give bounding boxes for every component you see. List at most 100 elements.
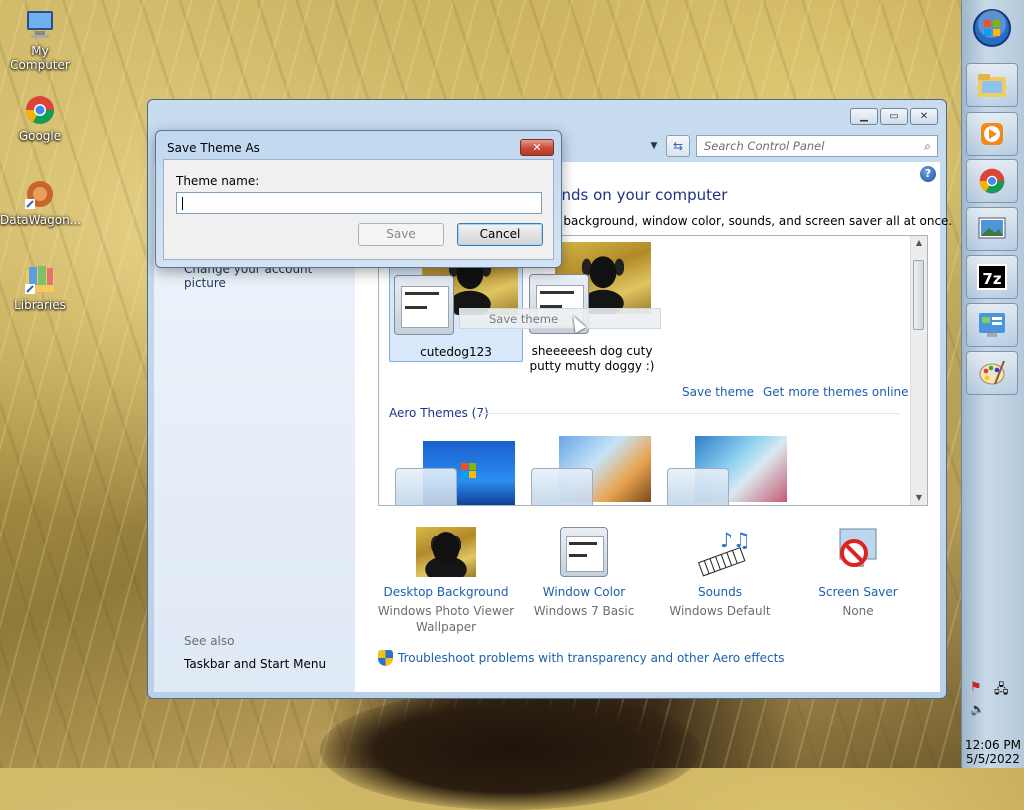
desktop-icon-label: My Computer (10, 44, 70, 72)
chevron-down-icon: ▼ (650, 141, 658, 151)
save-button[interactable]: Save (358, 223, 444, 246)
refresh-button[interactable]: ⇆ (666, 135, 690, 157)
caption-buttons: ▁ ▭ ✕ (850, 108, 938, 125)
window-color-icon (395, 468, 457, 505)
chrome-icon (979, 168, 1005, 194)
taskbar-paint-button[interactable] (966, 351, 1018, 395)
save-theme-dialog: Save Theme As ✕ Theme name: Save Cancel (155, 130, 562, 268)
computer-icon (23, 8, 57, 42)
search-input[interactable]: Search Control Panel ⌕ (696, 135, 938, 157)
window-color-icon (667, 468, 729, 505)
scroll-thumb[interactable] (913, 260, 924, 330)
theme-name-label: Theme name: (176, 174, 260, 188)
sounds-item[interactable]: ♪♫ Sounds Windows Default (645, 527, 795, 619)
shield-icon (378, 650, 393, 666)
taskbar: 7z ⚑ 🖧 🔈 12:06 PM 5/5/2022 (961, 0, 1024, 768)
search-icon[interactable]: ⌕ (924, 139, 931, 154)
taskbar-control-panel-button[interactable] (966, 303, 1018, 347)
dialog-title: Save Theme As (167, 141, 260, 155)
minimize-icon: ▁ (860, 111, 868, 122)
clock-time[interactable]: 12:06 PM (962, 738, 1024, 752)
control-panel-icon (979, 313, 1005, 337)
desktop-icon-label: Google (18, 129, 62, 143)
screen-saver-item[interactable]: Screen Saver None (783, 527, 933, 619)
action-center-flag-icon[interactable]: ⚑ (970, 680, 982, 695)
libraries-icon (23, 262, 57, 296)
window-color-link[interactable]: Window Color (509, 585, 659, 599)
window-color-icon (554, 527, 614, 577)
sounds-icon: ♪♫ (690, 527, 751, 577)
troubleshoot-row[interactable]: Troubleshoot problems with transparency … (378, 650, 785, 666)
system-tray: ⚑ 🖧 🔈 (962, 680, 1024, 720)
wallpaper-dog (320, 690, 700, 810)
see-also-heading: See also (184, 634, 235, 648)
save-theme-link[interactable]: Save theme (682, 385, 754, 399)
sounds-value: Windows Default (669, 604, 771, 618)
desktop-background-value: Windows Photo Viewer Wallpaper (377, 604, 515, 634)
desktop-icon-libraries[interactable]: Libraries (0, 262, 80, 312)
desktop-icon-google[interactable]: Google (0, 93, 80, 143)
desktop-icon-my-computer[interactable]: My Computer (0, 8, 80, 72)
screen-saver-link[interactable]: Screen Saver (783, 585, 933, 599)
start-button[interactable] (966, 6, 1018, 50)
scroll-down-arrow[interactable]: ▼ (911, 491, 927, 505)
theme-list-scrollbar[interactable]: ▲ ▼ (910, 236, 927, 505)
aero-themes-heading: Aero Themes (7) (389, 406, 489, 420)
page-title: unds on your computer (552, 186, 728, 204)
media-player-icon (981, 123, 1003, 145)
window-color-icon (531, 468, 593, 505)
theme-name-input[interactable] (176, 192, 542, 214)
desktop-icon-label: DataWagon... (0, 213, 82, 227)
save-theme-tooltip: Save theme (459, 308, 661, 329)
dialog-close-button[interactable]: ✕ (520, 139, 554, 156)
maximize-icon: ▭ (889, 111, 899, 122)
window-color-item[interactable]: Window Color Windows 7 Basic (509, 527, 659, 619)
screen-saver-icon (828, 527, 888, 577)
taskbar-7zip-button[interactable]: 7z (966, 255, 1018, 299)
photo-viewer-icon (978, 217, 1006, 239)
chrome-icon (23, 93, 57, 127)
desktop-background-icon (416, 527, 476, 577)
get-more-themes-link[interactable]: Get more themes online (763, 385, 909, 399)
taskbar-photo-viewer-button[interactable] (966, 207, 1018, 251)
theme-name: cutedog123 (420, 345, 492, 359)
search-placeholder: Search Control Panel (704, 139, 825, 153)
taskbar-explorer-button[interactable] (966, 63, 1018, 107)
maximize-button[interactable]: ▭ (880, 108, 908, 125)
close-icon: ✕ (532, 141, 542, 154)
page-subtitle: p background, window color, sounds, and … (552, 214, 953, 228)
desktop-background-link[interactable]: Desktop Background (371, 585, 521, 599)
scroll-up-arrow[interactable]: ▲ (911, 236, 927, 250)
close-button[interactable]: ✕ (910, 108, 938, 125)
paint-palette-icon (979, 360, 1005, 385)
taskbar-start-menu-link[interactable]: Taskbar and Start Menu (184, 657, 326, 671)
volume-icon[interactable]: 🔈 (970, 702, 985, 716)
datawagon-icon (23, 177, 57, 211)
section-divider (480, 413, 900, 414)
theme-list: cutedog123 sheeeeesh dog cuty putty mutt… (378, 235, 928, 506)
desktop-background-item[interactable]: Desktop Background Windows Photo Viewer … (371, 527, 521, 635)
svg-text:♪♫: ♪♫ (720, 528, 750, 552)
screen-saver-value: None (842, 604, 874, 618)
dialog-body: Theme name: Save Cancel (163, 159, 554, 260)
text-caret (182, 197, 183, 210)
taskbar-media-player-button[interactable] (966, 112, 1018, 156)
sounds-link[interactable]: Sounds (645, 585, 795, 599)
troubleshoot-link[interactable]: Troubleshoot problems with transparency … (398, 651, 785, 665)
close-icon: ✕ (919, 111, 929, 122)
windows-orb-icon (973, 9, 1011, 47)
theme-name: sheeeeesh dog cuty putty mutty doggy :) (529, 344, 655, 373)
desktop-icon-label: Libraries (14, 298, 66, 312)
clock-date[interactable]: 5/5/2022 (962, 752, 1024, 768)
desktop-icon-datawagon[interactable]: DataWagon... (0, 177, 82, 227)
minimize-button[interactable]: ▁ (850, 108, 878, 125)
network-icon[interactable]: 🖧 (994, 680, 1009, 702)
folder-icon (978, 74, 1006, 97)
address-dropdown-button[interactable]: ▼ (646, 136, 662, 156)
window-color-value: Windows 7 Basic (533, 604, 635, 618)
refresh-icon: ⇆ (672, 139, 684, 153)
taskbar-chrome-button[interactable] (966, 159, 1018, 203)
help-icon[interactable]: ? (920, 166, 936, 182)
cancel-button[interactable]: Cancel (457, 223, 543, 246)
7zip-icon: 7z (977, 264, 1007, 290)
